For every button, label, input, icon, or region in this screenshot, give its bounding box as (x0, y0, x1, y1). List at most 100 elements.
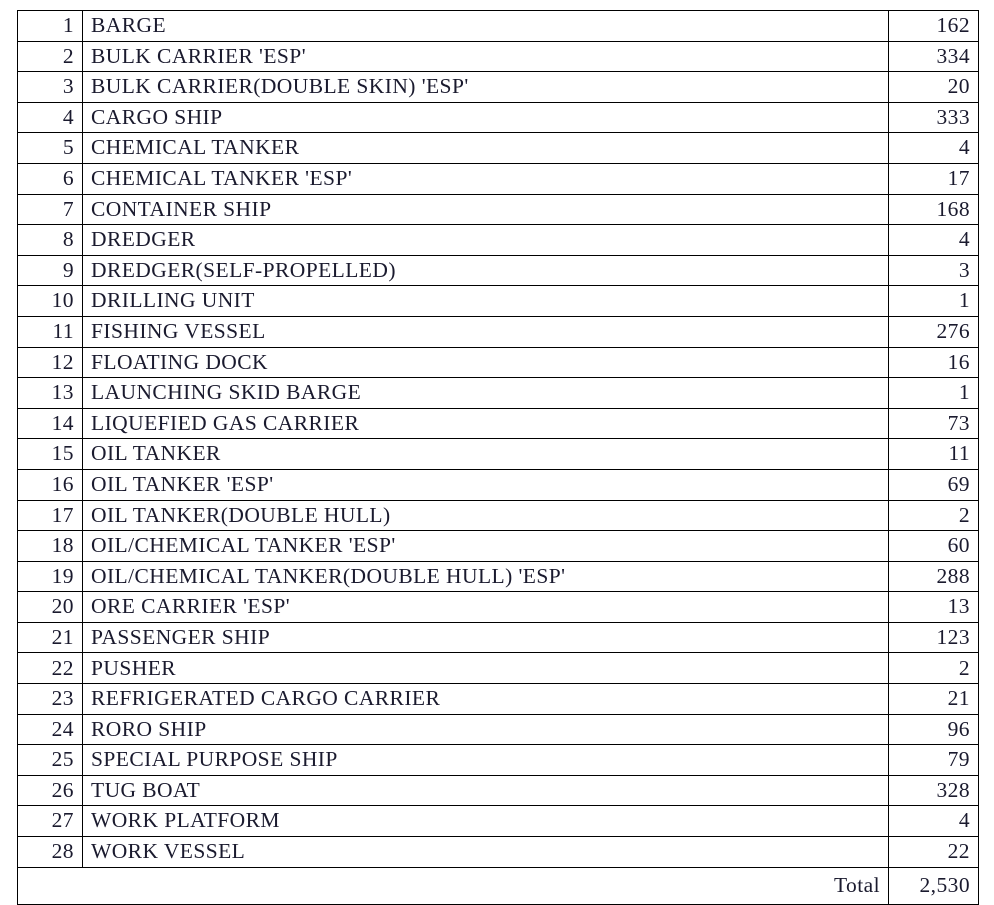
ship-type-name-cell: OIL/CHEMICAL TANKER 'ESP' (82, 530, 889, 562)
ship-type-count-cell: 16 (888, 346, 979, 379)
ship-type-count-cell: 17 (888, 162, 979, 195)
ship-type-name-cell: DREDGER (82, 224, 889, 256)
row-index-cell: 18 (17, 530, 83, 562)
ship-type-name-cell: CARGO SHIP (82, 101, 889, 134)
table-body: 1 BARGE 162 2 BULK CARRIER 'ESP' 334 3 BULK CAR… (17, 10, 979, 905)
table-row: 28 WORK VESSEL 22 (17, 836, 979, 868)
ship-type-table: 1 BARGE 162 2 BULK CARRIER 'ESP' 334 3 BULK CAR… (17, 10, 979, 905)
ship-type-name-cell: PUSHER (82, 652, 889, 685)
row-index-cell: 4 (17, 101, 83, 134)
ship-type-count-cell: 79 (888, 744, 979, 776)
ship-type-count-cell: 162 (888, 10, 979, 42)
table-row: 10 DRILLING UNIT 1 (17, 285, 979, 317)
ship-type-count-cell: 69 (888, 468, 979, 501)
ship-type-name-cell: TUG BOAT (82, 774, 889, 807)
ship-type-name-cell: ORE CARRIER 'ESP' (82, 591, 889, 623)
table-row: 20 ORE CARRIER 'ESP' 13 (17, 591, 979, 623)
ship-type-count-cell: 3 (888, 254, 979, 287)
table-row: 3 BULK CARRIER(DOUBLE SKIN) 'ESP' 20 (17, 71, 979, 103)
row-index-cell: 10 (17, 285, 83, 317)
table-row: 19 OIL/CHEMICAL TANKER(DOUBLE HULL) 'ESP'… (17, 560, 979, 593)
ship-type-name-cell: CONTAINER SHIP (82, 193, 889, 226)
table-row: 17 OIL TANKER(DOUBLE HULL) 2 (17, 499, 979, 532)
table-row: 23 REFRIGERATED CARGO CARRIER 21 (17, 683, 979, 715)
ship-type-name-cell: OIL/CHEMICAL TANKER(DOUBLE HULL) 'ESP' (82, 560, 889, 593)
ship-type-count-cell: 4 (888, 132, 979, 164)
table-row: 5 CHEMICAL TANKER 4 (17, 132, 979, 164)
ship-type-name-cell: OIL TANKER(DOUBLE HULL) (82, 499, 889, 532)
row-index-cell: 8 (17, 224, 83, 256)
table-row: 18 OIL/CHEMICAL TANKER 'ESP' 60 (17, 530, 979, 562)
ship-type-count-cell: 73 (888, 407, 979, 440)
table-row: 25 SPECIAL PURPOSE SHIP 79 (17, 744, 979, 776)
ship-type-count-cell: 168 (888, 193, 979, 226)
ship-type-name-cell: BARGE (82, 10, 889, 42)
ship-type-name-cell: RORO SHIP (82, 713, 889, 746)
row-index-cell: 14 (17, 407, 83, 440)
row-index-cell: 3 (17, 71, 83, 103)
row-index-cell: 15 (17, 438, 83, 470)
row-index-cell: 16 (17, 468, 83, 501)
table-row: 27 WORK PLATFORM 4 (17, 805, 979, 838)
row-index-cell: 20 (17, 591, 83, 623)
row-index-cell: 2 (17, 40, 83, 73)
ship-type-name-cell: CHEMICAL TANKER (82, 132, 889, 164)
row-index-cell: 26 (17, 774, 83, 807)
ship-type-name-cell: WORK VESSEL (82, 836, 889, 868)
total-row: Total 2,530 (17, 866, 979, 905)
table-row: 24 RORO SHIP 96 (17, 713, 979, 746)
table-row: 22 PUSHER 2 (17, 652, 979, 685)
row-index-cell: 5 (17, 132, 83, 164)
ship-type-count-cell: 4 (888, 805, 979, 838)
total-label: Total (17, 866, 889, 905)
ship-type-name-cell: WORK PLATFORM (82, 805, 889, 838)
ship-type-name-cell: BULK CARRIER 'ESP' (82, 40, 889, 73)
page-root: 1 BARGE 162 2 BULK CARRIER 'ESP' 334 3 BULK CAR… (0, 0, 994, 905)
ship-type-count-cell: 334 (888, 40, 979, 73)
ship-type-name-cell: DREDGER(SELF-PROPELLED) (82, 254, 889, 287)
ship-type-name-cell: OIL TANKER (82, 438, 889, 470)
row-index-cell: 19 (17, 560, 83, 593)
row-index-cell: 24 (17, 713, 83, 746)
table-row: 26 TUG BOAT 328 (17, 774, 979, 807)
row-index-cell: 11 (17, 315, 83, 348)
ship-type-count-cell: 13 (888, 591, 979, 623)
row-index-cell: 13 (17, 377, 83, 409)
row-index-cell: 28 (17, 836, 83, 868)
ship-type-name-cell: CHEMICAL TANKER 'ESP' (82, 162, 889, 195)
ship-type-count-cell: 20 (888, 71, 979, 103)
table-row: 11 FISHING VESSEL 276 (17, 315, 979, 348)
table-row: 16 OIL TANKER 'ESP' 69 (17, 468, 979, 501)
ship-type-count-cell: 21 (888, 683, 979, 715)
table-row: 15 OIL TANKER 11 (17, 438, 979, 470)
ship-type-count-cell: 60 (888, 530, 979, 562)
row-index-cell: 25 (17, 744, 83, 776)
ship-type-count-cell: 333 (888, 101, 979, 134)
ship-type-count-cell: 123 (888, 621, 979, 654)
row-index-cell: 12 (17, 346, 83, 379)
ship-type-name-cell: LIQUEFIED GAS CARRIER (82, 407, 889, 440)
ship-type-count-cell: 276 (888, 315, 979, 348)
row-index-cell: 23 (17, 683, 83, 715)
table-row: 8 DREDGER 4 (17, 224, 979, 256)
ship-type-count-cell: 22 (888, 836, 979, 868)
ship-type-name-cell: REFRIGERATED CARGO CARRIER (82, 683, 889, 715)
ship-type-count-cell: 2 (888, 499, 979, 532)
table-row: 7 CONTAINER SHIP 168 (17, 193, 979, 226)
table-row: 12 FLOATING DOCK 16 (17, 346, 979, 379)
table-row: 4 CARGO SHIP 333 (17, 101, 979, 134)
ship-type-count-cell: 328 (888, 774, 979, 807)
table-row: 13 LAUNCHING SKID BARGE 1 (17, 377, 979, 409)
total-value: 2,530 (888, 866, 979, 905)
ship-type-count-cell: 11 (888, 438, 979, 470)
ship-type-name-cell: LAUNCHING SKID BARGE (82, 377, 889, 409)
table-row: 14 LIQUEFIED GAS CARRIER 73 (17, 407, 979, 440)
table-row: 1 BARGE 162 (17, 10, 979, 42)
row-index-cell: 7 (17, 193, 83, 226)
ship-type-name-cell: SPECIAL PURPOSE SHIP (82, 744, 889, 776)
row-index-cell: 21 (17, 621, 83, 654)
row-index-cell: 17 (17, 499, 83, 532)
ship-type-table-container: 1 BARGE 162 2 BULK CARRIER 'ESP' 334 3 BULK CAR… (17, 10, 979, 905)
ship-type-name-cell: OIL TANKER 'ESP' (82, 468, 889, 501)
row-index-cell: 27 (17, 805, 83, 838)
